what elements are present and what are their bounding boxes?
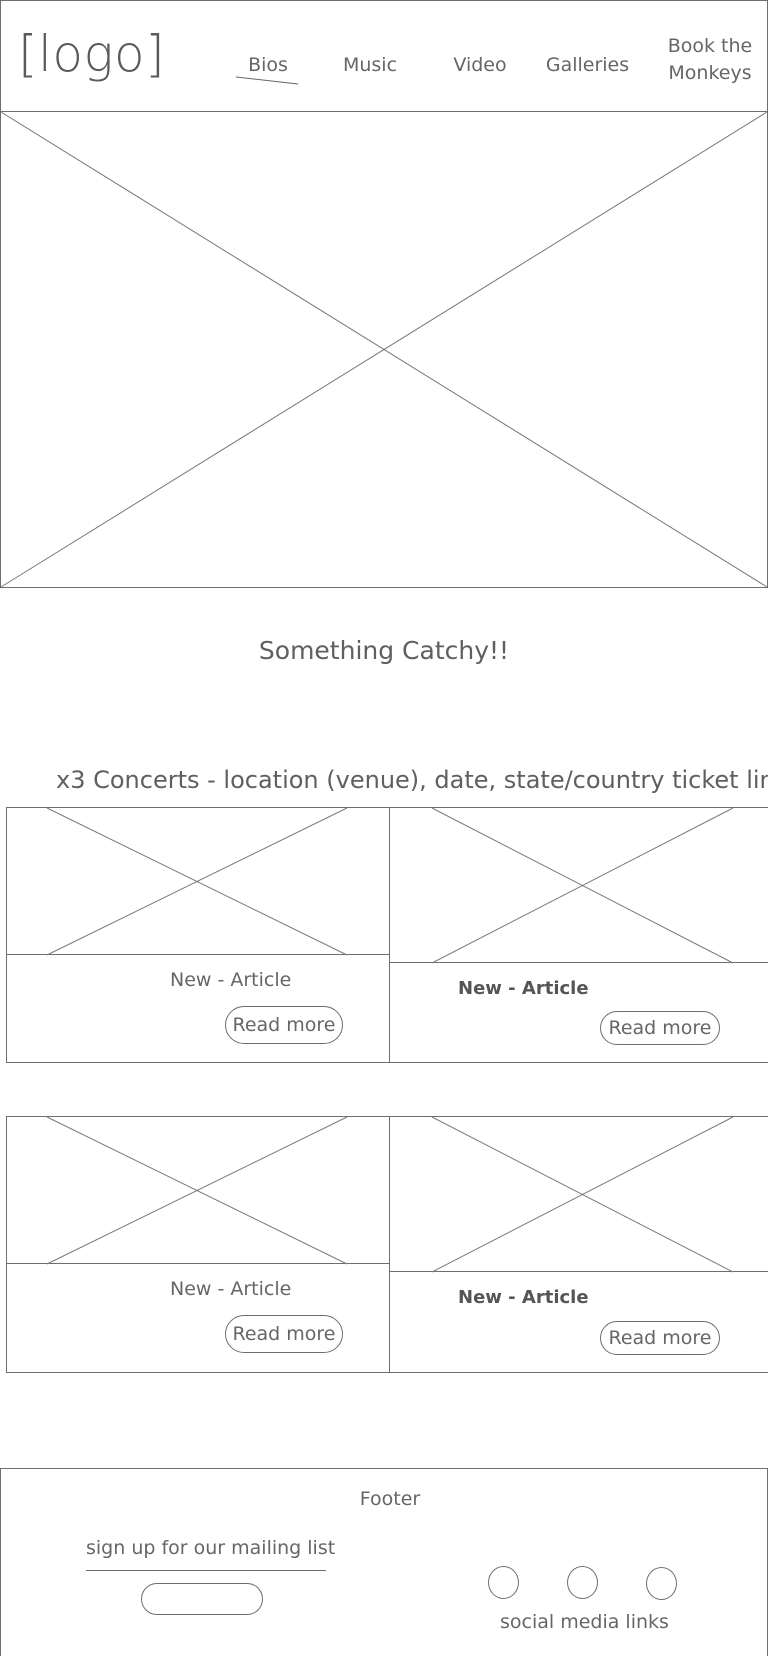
card-title: New - Article xyxy=(170,969,292,991)
article-card: New - Article Read more xyxy=(389,1116,768,1373)
read-more-button[interactable]: Read more xyxy=(225,1006,343,1044)
social-link-icon[interactable] xyxy=(646,1567,677,1600)
image-placeholder-cross xyxy=(431,807,734,964)
tagline: Something Catchy!! xyxy=(258,636,510,665)
read-more-button[interactable]: Read more xyxy=(600,1321,720,1355)
read-more-button[interactable]: Read more xyxy=(600,1011,720,1045)
image-placeholder-cross xyxy=(0,111,768,588)
nav-item-galleries[interactable]: Galleries xyxy=(540,52,635,79)
nav-item-video[interactable]: Video xyxy=(440,52,520,79)
nav-item-music[interactable]: Music xyxy=(330,52,410,79)
image-placeholder-cross xyxy=(46,807,348,956)
card-image-placeholder xyxy=(7,1116,389,1265)
logo-placeholder[interactable]: [logo] xyxy=(18,24,165,84)
concerts-heading: x3 Concerts - location (venue), date, st… xyxy=(56,766,768,794)
card-title: New - Article xyxy=(458,1287,589,1308)
social-media-label: social media links xyxy=(500,1611,669,1633)
card-title: New - Article xyxy=(458,978,589,999)
image-placeholder-cross xyxy=(46,1116,348,1265)
card-image-placeholder xyxy=(390,807,768,964)
mailing-list-submit-button[interactable] xyxy=(141,1583,263,1615)
social-link-icon[interactable] xyxy=(567,1566,598,1599)
social-link-icon[interactable] xyxy=(488,1566,519,1599)
nav-item-book-the-monkeys[interactable]: Book the Monkeys xyxy=(652,33,768,87)
active-nav-underline xyxy=(236,76,299,85)
hero-image-placeholder xyxy=(0,111,768,588)
article-card: New - Article Read more xyxy=(6,807,390,1063)
image-placeholder-cross xyxy=(431,1116,734,1273)
card-image-placeholder xyxy=(7,807,389,956)
mailing-list-label: sign up for our mailing list xyxy=(86,1537,336,1559)
read-more-button[interactable]: Read more xyxy=(225,1315,343,1353)
mailing-list-input[interactable] xyxy=(86,1570,326,1571)
card-image-placeholder xyxy=(390,1116,768,1273)
article-card: New - Article Read more xyxy=(6,1116,390,1373)
footer-label: Footer xyxy=(359,1488,421,1510)
card-title: New - Article xyxy=(170,1278,292,1300)
article-card: New - Article Read more xyxy=(389,807,768,1063)
